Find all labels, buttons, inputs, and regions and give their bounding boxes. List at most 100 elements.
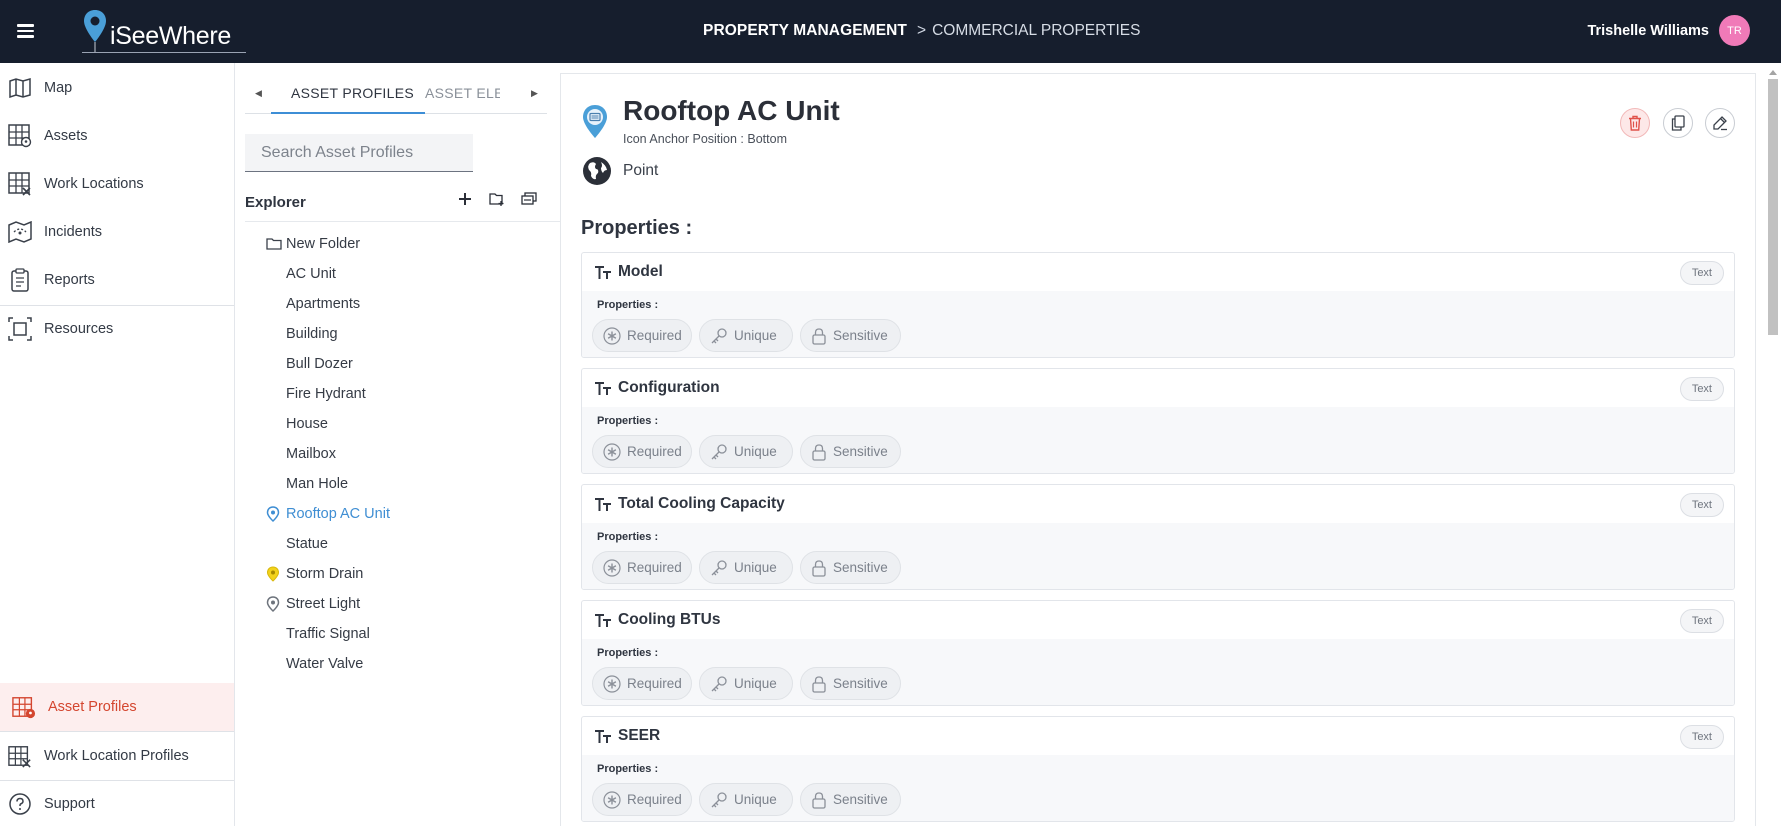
sidebar-item-label: Assets bbox=[44, 128, 88, 144]
tree-item-storm-drain[interactable]: Storm Drain bbox=[236, 561, 556, 587]
tree-item-building[interactable]: Building bbox=[236, 321, 556, 347]
unique-chip[interactable]: Unique bbox=[699, 667, 793, 700]
tab-scroll-left-icon[interactable]: ◀ bbox=[255, 88, 262, 99]
tab-scroll-right-icon[interactable]: ▶ bbox=[531, 88, 538, 99]
sidebar-item-assets[interactable]: Assets bbox=[0, 114, 234, 158]
breadcrumb-separator: > bbox=[917, 22, 927, 39]
unique-chip[interactable]: Unique bbox=[699, 783, 793, 816]
text-type-icon bbox=[595, 614, 611, 627]
unique-chip[interactable]: Unique bbox=[699, 551, 793, 584]
property-card[interactable]: Configuration Text Properties : Required Uni… bbox=[581, 368, 1735, 474]
property-card[interactable]: Cooling BTUs Text Properties : Required Uniq… bbox=[581, 600, 1735, 706]
asterisk-icon bbox=[603, 790, 621, 809]
location-pin-logo-icon bbox=[84, 10, 106, 52]
chip-label: Sensitive bbox=[833, 676, 888, 691]
page-title: Rooftop AC Unit bbox=[623, 95, 840, 126]
sensitive-chip[interactable]: Sensitive bbox=[800, 435, 901, 468]
edit-button[interactable] bbox=[1705, 108, 1735, 138]
tree-item-label: Water Valve bbox=[286, 656, 364, 672]
tab-asset-profiles[interactable]: ASSET PROFILES bbox=[291, 85, 414, 101]
scroll-up-icon[interactable] bbox=[1769, 70, 1777, 75]
sidebar-item-map[interactable]: Map bbox=[0, 66, 234, 110]
clipboard-icon bbox=[8, 268, 32, 292]
assets-grid-icon bbox=[8, 124, 32, 148]
brand-name: iSeeWhere bbox=[110, 22, 231, 50]
sidebar-item-incidents[interactable]: Incidents bbox=[0, 210, 234, 254]
breadcrumb-secondary[interactable]: COMMERCIAL PROPERTIES bbox=[932, 22, 1140, 39]
sidebar-item-label: Reports bbox=[44, 272, 95, 288]
key-icon bbox=[710, 443, 728, 461]
tree-item-man-hole[interactable]: Man Hole bbox=[236, 471, 556, 497]
resources-icon bbox=[8, 317, 32, 341]
trash-icon bbox=[1629, 115, 1641, 131]
delete-button[interactable] bbox=[1620, 108, 1650, 138]
duplicate-button[interactable] bbox=[1663, 108, 1693, 138]
unique-chip[interactable]: Unique bbox=[699, 435, 793, 468]
search-input[interactable] bbox=[245, 134, 473, 172]
sidebar-item-label: Asset Profiles bbox=[48, 699, 137, 715]
property-card[interactable]: SEER Text Properties : Required Unique Sensit… bbox=[581, 716, 1735, 822]
property-type-badge: Text bbox=[1679, 725, 1724, 749]
tree-item-rooftop-ac-unit[interactable]: Rooftop AC Unit bbox=[236, 501, 556, 527]
work-locations-icon bbox=[8, 172, 32, 196]
chip-label: Sensitive bbox=[833, 444, 888, 459]
tree-item-statue[interactable]: Statue bbox=[236, 531, 556, 557]
tab-asset-elements[interactable]: ASSET ELEI bbox=[425, 85, 500, 101]
required-chip[interactable]: Required bbox=[592, 667, 692, 700]
add-icon[interactable] bbox=[458, 192, 472, 211]
tree-item-apartments[interactable]: Apartments bbox=[236, 291, 556, 317]
work-location-profiles-icon bbox=[8, 744, 32, 768]
chip-label: Unique bbox=[734, 676, 777, 691]
chip-label: Unique bbox=[734, 560, 777, 575]
tree-item-mailbox[interactable]: Mailbox bbox=[236, 441, 556, 467]
tree-item-fire-hydrant[interactable]: Fire Hydrant bbox=[236, 381, 556, 407]
sidebar-item-resources[interactable]: Resources bbox=[0, 307, 234, 351]
property-card[interactable]: Total Cooling Capacity Text Properties : Re… bbox=[581, 484, 1735, 590]
property-card-header: Cooling BTUs Text bbox=[582, 601, 1734, 639]
tree-folder-new-folder[interactable]: New Folder bbox=[236, 231, 556, 257]
avatar[interactable]: TR bbox=[1719, 15, 1750, 46]
sensitive-chip[interactable]: Sensitive bbox=[800, 667, 901, 700]
scrollbar-thumb[interactable] bbox=[1768, 79, 1778, 335]
manage-layers-icon[interactable] bbox=[521, 192, 537, 211]
sensitive-chip[interactable]: Sensitive bbox=[800, 783, 901, 816]
globe-icon bbox=[583, 157, 611, 185]
tree-item-bull-dozer[interactable]: Bull Dozer bbox=[236, 351, 556, 377]
sidebar-item-support[interactable]: Support bbox=[0, 781, 234, 826]
add-folder-icon[interactable] bbox=[489, 192, 505, 211]
tree-item-ac-unit[interactable]: AC Unit bbox=[236, 261, 556, 287]
tree-item-label: Apartments bbox=[286, 296, 361, 312]
tree-item-traffic-signal[interactable]: Traffic Signal bbox=[236, 621, 556, 647]
folder-icon bbox=[266, 238, 282, 250]
sensitive-chip[interactable]: Sensitive bbox=[800, 551, 901, 584]
tree-item-water-valve[interactable]: Water Valve bbox=[236, 651, 556, 677]
sidebar-item-work-locations[interactable]: Work Locations bbox=[0, 162, 234, 206]
tree-item-label: Street Light bbox=[286, 596, 361, 612]
scrollbar[interactable] bbox=[1765, 63, 1781, 826]
tree-item-label: Statue bbox=[286, 536, 328, 552]
text-type-icon bbox=[595, 266, 611, 279]
chip-label: Unique bbox=[734, 792, 777, 807]
sensitive-chip[interactable]: Sensitive bbox=[800, 319, 901, 352]
breadcrumb-primary[interactable]: PROPERTY MANAGEMENT bbox=[703, 22, 907, 39]
property-name: Model bbox=[618, 263, 663, 280]
tree-item-street-light[interactable]: Street Light bbox=[236, 591, 556, 617]
chip-label: Sensitive bbox=[833, 792, 888, 807]
sidebar-item-work-location-profiles[interactable]: Work Location Profiles bbox=[0, 732, 234, 780]
chip-label: Required bbox=[627, 560, 682, 575]
lock-icon bbox=[811, 443, 827, 461]
sidebar-item-reports[interactable]: Reports bbox=[0, 258, 234, 302]
required-chip[interactable]: Required bbox=[592, 783, 692, 816]
icon-anchor-position: Icon Anchor Position : Bottom bbox=[623, 132, 787, 146]
required-chip[interactable]: Required bbox=[592, 435, 692, 468]
required-chip[interactable]: Required bbox=[592, 319, 692, 352]
required-chip[interactable]: Required bbox=[592, 551, 692, 584]
unique-chip[interactable]: Unique bbox=[699, 319, 793, 352]
tree-item-house[interactable]: House bbox=[236, 411, 556, 437]
sidebar-item-asset-profiles[interactable]: Asset Profiles bbox=[0, 683, 234, 731]
property-card[interactable]: Model Text Properties : Required Unique Sensi… bbox=[581, 252, 1735, 358]
menu-icon[interactable] bbox=[17, 24, 34, 38]
property-name: SEER bbox=[618, 727, 661, 744]
user-menu[interactable]: Trishelle Williams TR bbox=[1587, 15, 1750, 46]
chip-label: Sensitive bbox=[833, 328, 888, 343]
